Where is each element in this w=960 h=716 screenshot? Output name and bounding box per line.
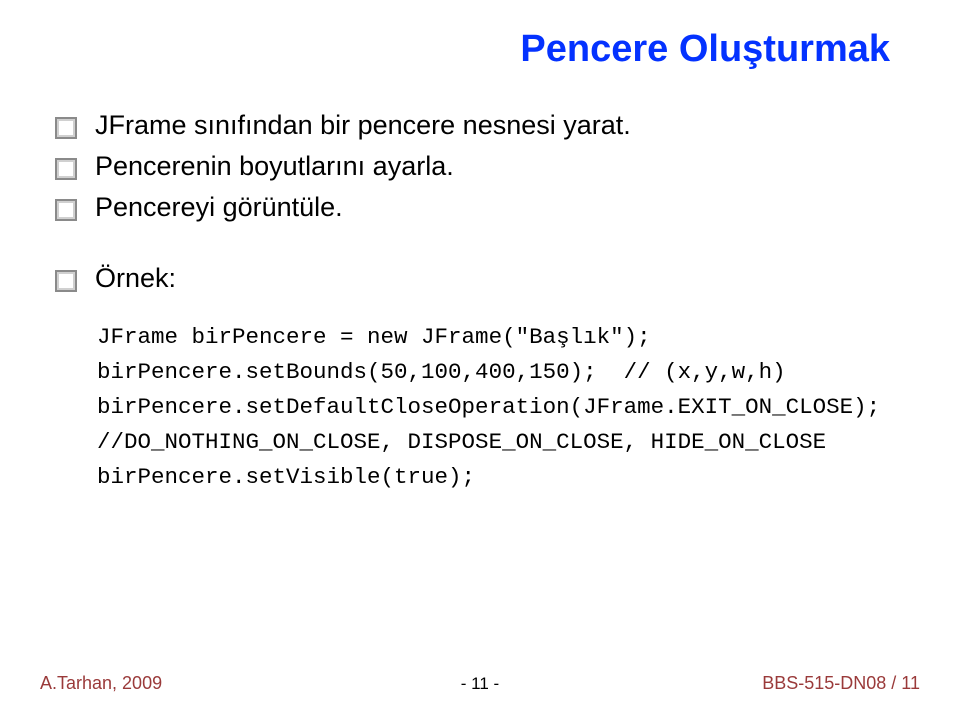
code-line: birPencere.setVisible(true); <box>97 464 475 490</box>
slide-content: JFrame sınıfından bir pencere nesnesi ya… <box>55 110 900 494</box>
bullet-item: Pencereyi görüntüle. <box>55 192 900 223</box>
square-bullet-icon <box>55 199 77 221</box>
bullet-item: JFrame sınıfından bir pencere nesnesi ya… <box>55 110 900 141</box>
square-bullet-icon <box>55 158 77 180</box>
bullet-text: Örnek: <box>95 263 176 294</box>
bullet-item: Örnek: <box>55 263 900 294</box>
code-block: JFrame birPencere = new JFrame("Başlık")… <box>97 320 900 494</box>
footer-course-code: BBS-515-DN08 / 11 <box>762 673 920 694</box>
bullet-text: Pencereyi görüntüle. <box>95 192 343 223</box>
square-bullet-icon <box>55 270 77 292</box>
code-line: JFrame birPencere = new JFrame("Başlık")… <box>97 324 651 350</box>
code-line: birPencere.setDefaultCloseOperation(JFra… <box>97 394 880 420</box>
code-line: //DO_NOTHING_ON_CLOSE, DISPOSE_ON_CLOSE,… <box>97 429 826 455</box>
square-bullet-icon <box>55 117 77 139</box>
footer-author: A.Tarhan, 2009 <box>40 673 162 694</box>
bullet-text: Pencerenin boyutlarını ayarla. <box>95 151 454 182</box>
bullet-item: Pencerenin boyutlarını ayarla. <box>55 151 900 182</box>
slide: Pencere Oluşturmak JFrame sınıfından bir… <box>0 0 960 716</box>
slide-title: Pencere Oluşturmak <box>520 28 890 71</box>
footer-page-number: - 11 - <box>461 674 499 694</box>
bullet-text: JFrame sınıfından bir pencere nesnesi ya… <box>95 110 631 141</box>
code-line: birPencere.setBounds(50,100,400,150); //… <box>97 359 786 385</box>
